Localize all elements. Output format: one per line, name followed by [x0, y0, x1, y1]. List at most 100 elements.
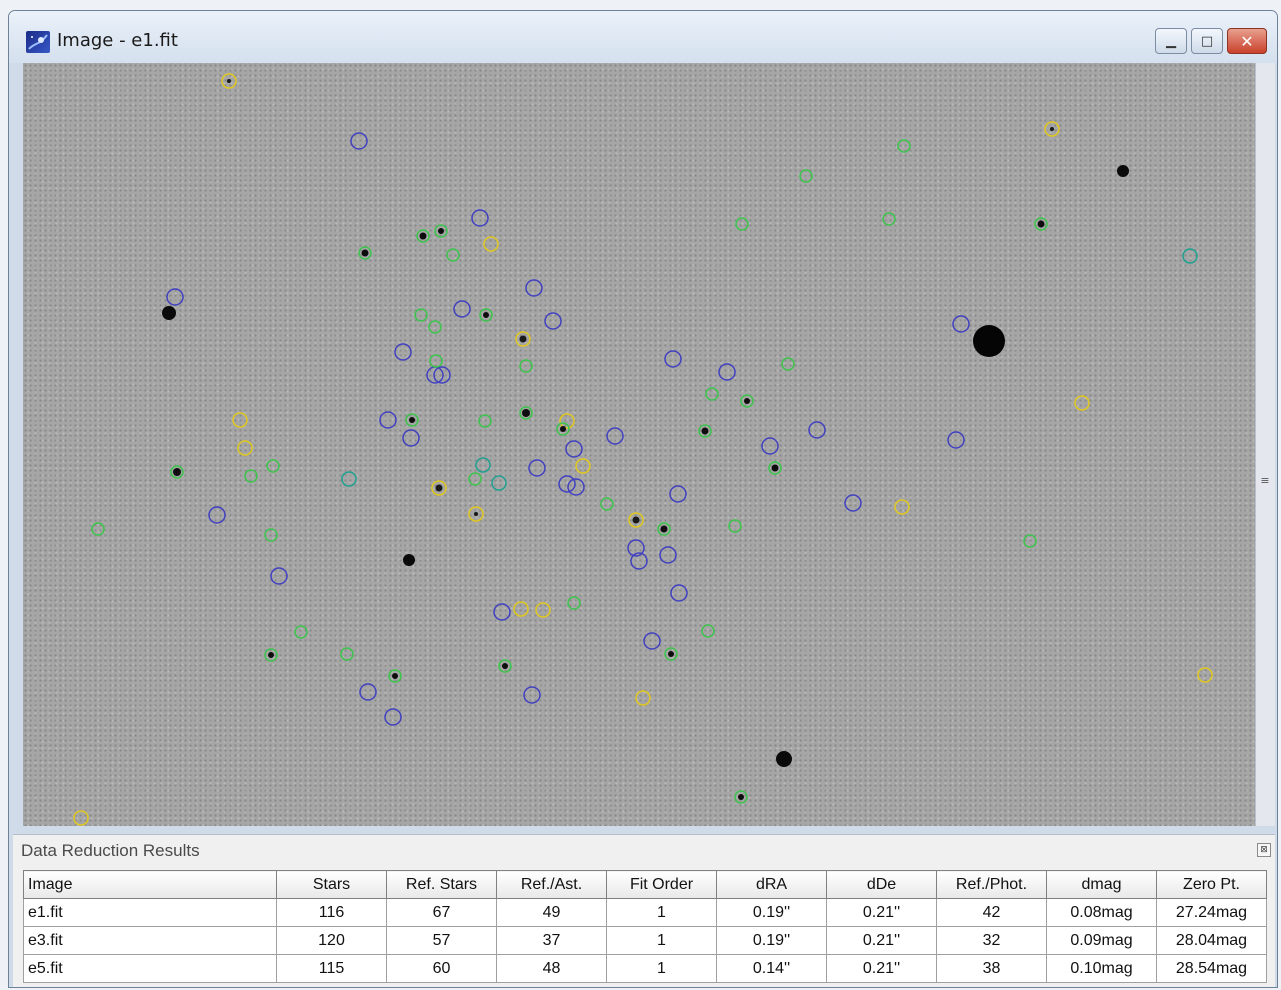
minimize-button[interactable]: ▁ — [1155, 28, 1187, 54]
table-cell: 0.10mag — [1046, 954, 1157, 983]
table-cell: 1 — [606, 898, 717, 927]
column-header[interactable]: Ref. Stars — [386, 870, 497, 899]
star-marker — [340, 647, 354, 661]
star-core — [409, 417, 415, 423]
green-markers — [91, 139, 1048, 804]
star-marker — [718, 363, 736, 381]
table-cell: 67 — [386, 898, 497, 927]
table-cell: 0.21'' — [826, 954, 937, 983]
star-marker — [799, 169, 813, 183]
table-row[interactable]: e5.fit 115 60 48 1 0.14'' 0.21'' 38 0.10… — [23, 954, 1267, 983]
star-core — [1037, 220, 1045, 228]
star-marker — [882, 212, 896, 226]
bright-star — [403, 554, 415, 566]
star-marker — [429, 354, 443, 368]
star-marker — [1182, 248, 1198, 264]
column-header[interactable]: dmag — [1046, 870, 1157, 899]
column-header[interactable]: Zero Pt. — [1156, 870, 1267, 899]
column-header[interactable]: Fit Order — [606, 870, 717, 899]
star-marker — [402, 429, 420, 447]
star-marker — [565, 440, 583, 458]
star-field — [73, 73, 1213, 826]
bright-star — [973, 325, 1005, 357]
star-core — [435, 484, 443, 492]
maximize-button[interactable]: □ — [1191, 28, 1223, 54]
window-title: Image - e1.fit — [57, 30, 178, 51]
table-cell: 60 — [386, 954, 497, 983]
star-marker — [264, 528, 278, 542]
column-header[interactable]: Ref./Phot. — [936, 870, 1047, 899]
image-canvas[interactable] — [23, 63, 1255, 826]
star-core — [560, 426, 566, 432]
star-marker — [947, 431, 965, 449]
star-marker — [735, 217, 749, 231]
star-marker — [643, 632, 661, 650]
star-marker — [535, 602, 551, 618]
star-marker — [894, 499, 910, 515]
table-cell: e1.fit — [23, 898, 277, 927]
table-cell: e3.fit — [23, 926, 277, 955]
table-cell: 37 — [496, 926, 607, 955]
star-marker — [523, 686, 541, 704]
column-header[interactable]: Stars — [276, 870, 387, 899]
bright-star — [162, 306, 176, 320]
star-core — [173, 468, 181, 476]
table-cell: 0.21'' — [826, 898, 937, 927]
star-marker — [493, 603, 511, 621]
star-core — [483, 312, 489, 318]
star-marker — [728, 519, 742, 533]
star-marker — [670, 584, 688, 602]
star-marker — [294, 625, 308, 639]
table-cell: 28.54mag — [1156, 954, 1267, 983]
star-core — [738, 794, 744, 800]
yellow-marker-cores — [227, 79, 1054, 524]
column-header[interactable]: dDe — [826, 870, 937, 899]
star-marker — [558, 475, 576, 493]
star-marker — [606, 427, 624, 445]
star-marker — [394, 343, 412, 361]
bright-star — [1117, 165, 1129, 177]
star-marker — [166, 288, 184, 306]
results-table: Image Stars Ref. Stars Ref./Ast. Fit Ord… — [23, 870, 1267, 983]
star-marker — [761, 437, 779, 455]
column-header[interactable]: Ref./Ast. — [496, 870, 607, 899]
star-marker — [897, 139, 911, 153]
star-core — [701, 427, 709, 435]
table-cell: 120 — [276, 926, 387, 955]
table-row[interactable]: e1.fit 116 67 49 1 0.19'' 0.21'' 42 0.08… — [23, 898, 1267, 927]
star-marker — [270, 567, 288, 585]
star-marker — [567, 478, 585, 496]
column-header[interactable]: dRA — [716, 870, 827, 899]
star-marker — [567, 596, 581, 610]
star-marker — [952, 315, 970, 333]
star-marker — [426, 366, 444, 384]
star-marker — [208, 506, 226, 524]
star-marker — [433, 366, 451, 384]
vertical-scrollbar[interactable]: ≡ — [1255, 63, 1275, 826]
star-marker — [478, 414, 492, 428]
star-marker — [844, 494, 862, 512]
scroll-grip-icon[interactable]: ≡ — [1260, 473, 1270, 489]
star-marker — [600, 497, 614, 511]
close-button[interactable]: ✕ — [1227, 28, 1267, 54]
star-core — [392, 673, 398, 679]
panel-close-icon[interactable]: ⊠ — [1257, 843, 1271, 857]
star-marker — [808, 421, 826, 439]
table-row[interactable]: e3.fit 120 57 37 1 0.19'' 0.21'' 32 0.09… — [23, 926, 1267, 955]
star-marker — [544, 312, 562, 330]
table-cell: 115 — [276, 954, 387, 983]
title-bar[interactable]: Image - e1.fit ▁ □ ✕ — [9, 11, 1277, 63]
column-header[interactable]: Image — [23, 870, 277, 899]
star-marker — [659, 546, 677, 564]
table-cell: 0.19'' — [716, 898, 827, 927]
star-core — [744, 398, 750, 404]
table-cell: 0.14'' — [716, 954, 827, 983]
star-core — [668, 651, 674, 657]
star-marker — [244, 469, 258, 483]
table-cell: 57 — [386, 926, 497, 955]
star-marker — [475, 457, 491, 473]
image-window: Image - e1.fit ▁ □ ✕ ≡ Data Reduction Re… — [8, 10, 1278, 988]
table-cell: 38 — [936, 954, 1047, 983]
star-core — [522, 409, 530, 417]
table-cell: 0.09mag — [1046, 926, 1157, 955]
